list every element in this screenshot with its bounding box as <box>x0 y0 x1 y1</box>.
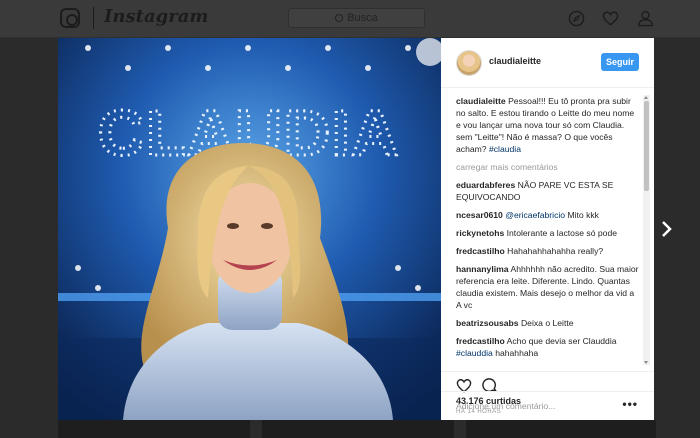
comment-user[interactable]: beatrizsousabs <box>456 318 519 328</box>
background-thumbnail <box>466 420 656 438</box>
caption: claudialeitte Pessoal!!! Eu tô pronta pr… <box>456 95 641 155</box>
comments-list[interactable]: claudialeitte Pessoal!!! Eu tô pronta pr… <box>456 95 641 365</box>
comment-text: Deixa o Leitte <box>520 318 574 328</box>
scroll-up-icon[interactable] <box>644 96 648 99</box>
avatar[interactable] <box>456 50 482 76</box>
comment-user[interactable]: hannanylima <box>456 264 509 274</box>
comment-text: Acho que devia ser Clauddia <box>506 336 617 346</box>
search-placeholder: Busca <box>347 12 378 24</box>
list-item: fredcastilho Hahahahhahahha really? <box>456 245 641 257</box>
post-username[interactable]: claudialeitte <box>489 56 541 66</box>
instagram-logo-icon[interactable] <box>60 8 80 28</box>
comment-user[interactable]: eduardabferes <box>456 180 515 190</box>
comment-user[interactable]: rickynetohs <box>456 228 504 238</box>
search-icon <box>335 14 344 22</box>
post-photo[interactable]: CLAUDIA <box>58 38 441 420</box>
scrollbar-thumb[interactable] <box>644 101 649 191</box>
comments-scrollbar[interactable] <box>643 95 650 365</box>
list-item: rickynetohs Intolerante a lactose só pod… <box>456 227 641 239</box>
comment-hashtag[interactable]: #clauddia <box>456 348 493 358</box>
load-more-comments[interactable]: carregar mais comentários <box>456 161 641 173</box>
search-input[interactable]: Busca <box>288 8 425 28</box>
comment-text: Intolerante a lactose só pode <box>506 228 618 238</box>
comment-mention[interactable]: @ericaefabricio <box>505 210 565 220</box>
list-item: ncesar0610 @ericaefabricio Mito kkk <box>456 209 641 221</box>
comment-text-tail: hahahhaha <box>495 348 539 358</box>
post-image: CLAUDIA <box>58 38 441 420</box>
comment-user[interactable]: fredcastilho <box>456 246 505 256</box>
background-thumbnail <box>262 420 454 438</box>
scroll-down-icon[interactable] <box>644 361 648 364</box>
follow-button[interactable]: Seguir <box>601 53 639 71</box>
top-bar: Instagram Busca <box>0 0 700 38</box>
comment-text: Hahahahhahahha really? <box>507 246 604 256</box>
list-item: beatrizsousabs Deixa o Leitte <box>456 317 641 329</box>
add-comment-input[interactable]: Adicione um comentário... <box>456 401 555 411</box>
add-comment-bar: Adicione um comentário... ••• <box>441 391 654 420</box>
caption-hashtag[interactable]: #claudia <box>489 144 521 154</box>
list-item: eduardabferes NÃO PARE VC ESTA SE EQUIVO… <box>456 179 641 203</box>
post-panel: claudialeitte Seguir claudialeitte Pesso… <box>441 38 654 420</box>
next-post-chevron-icon[interactable] <box>661 220 673 238</box>
list-item: fredcastilho Acho que devia ser Clauddia… <box>456 335 641 359</box>
more-options-button[interactable]: ••• <box>622 397 638 411</box>
comment-user[interactable]: ncesar0610 <box>456 210 503 220</box>
instagram-wordmark[interactable]: Instagram <box>104 6 208 27</box>
background-thumbnail <box>58 420 250 438</box>
compass-icon[interactable] <box>568 10 585 27</box>
comment-text: Mito kkk <box>567 210 599 220</box>
person-icon[interactable] <box>637 10 654 27</box>
list-item: hannanylima Ahhhhhh não acredito. Sua ma… <box>456 263 641 311</box>
logo-divider <box>93 7 94 29</box>
post-header: claudialeitte Seguir <box>441 38 654 88</box>
caption-user[interactable]: claudialeitte <box>456 96 506 106</box>
comment-user[interactable]: fredcastilho <box>456 336 505 346</box>
heart-icon[interactable] <box>602 10 619 27</box>
